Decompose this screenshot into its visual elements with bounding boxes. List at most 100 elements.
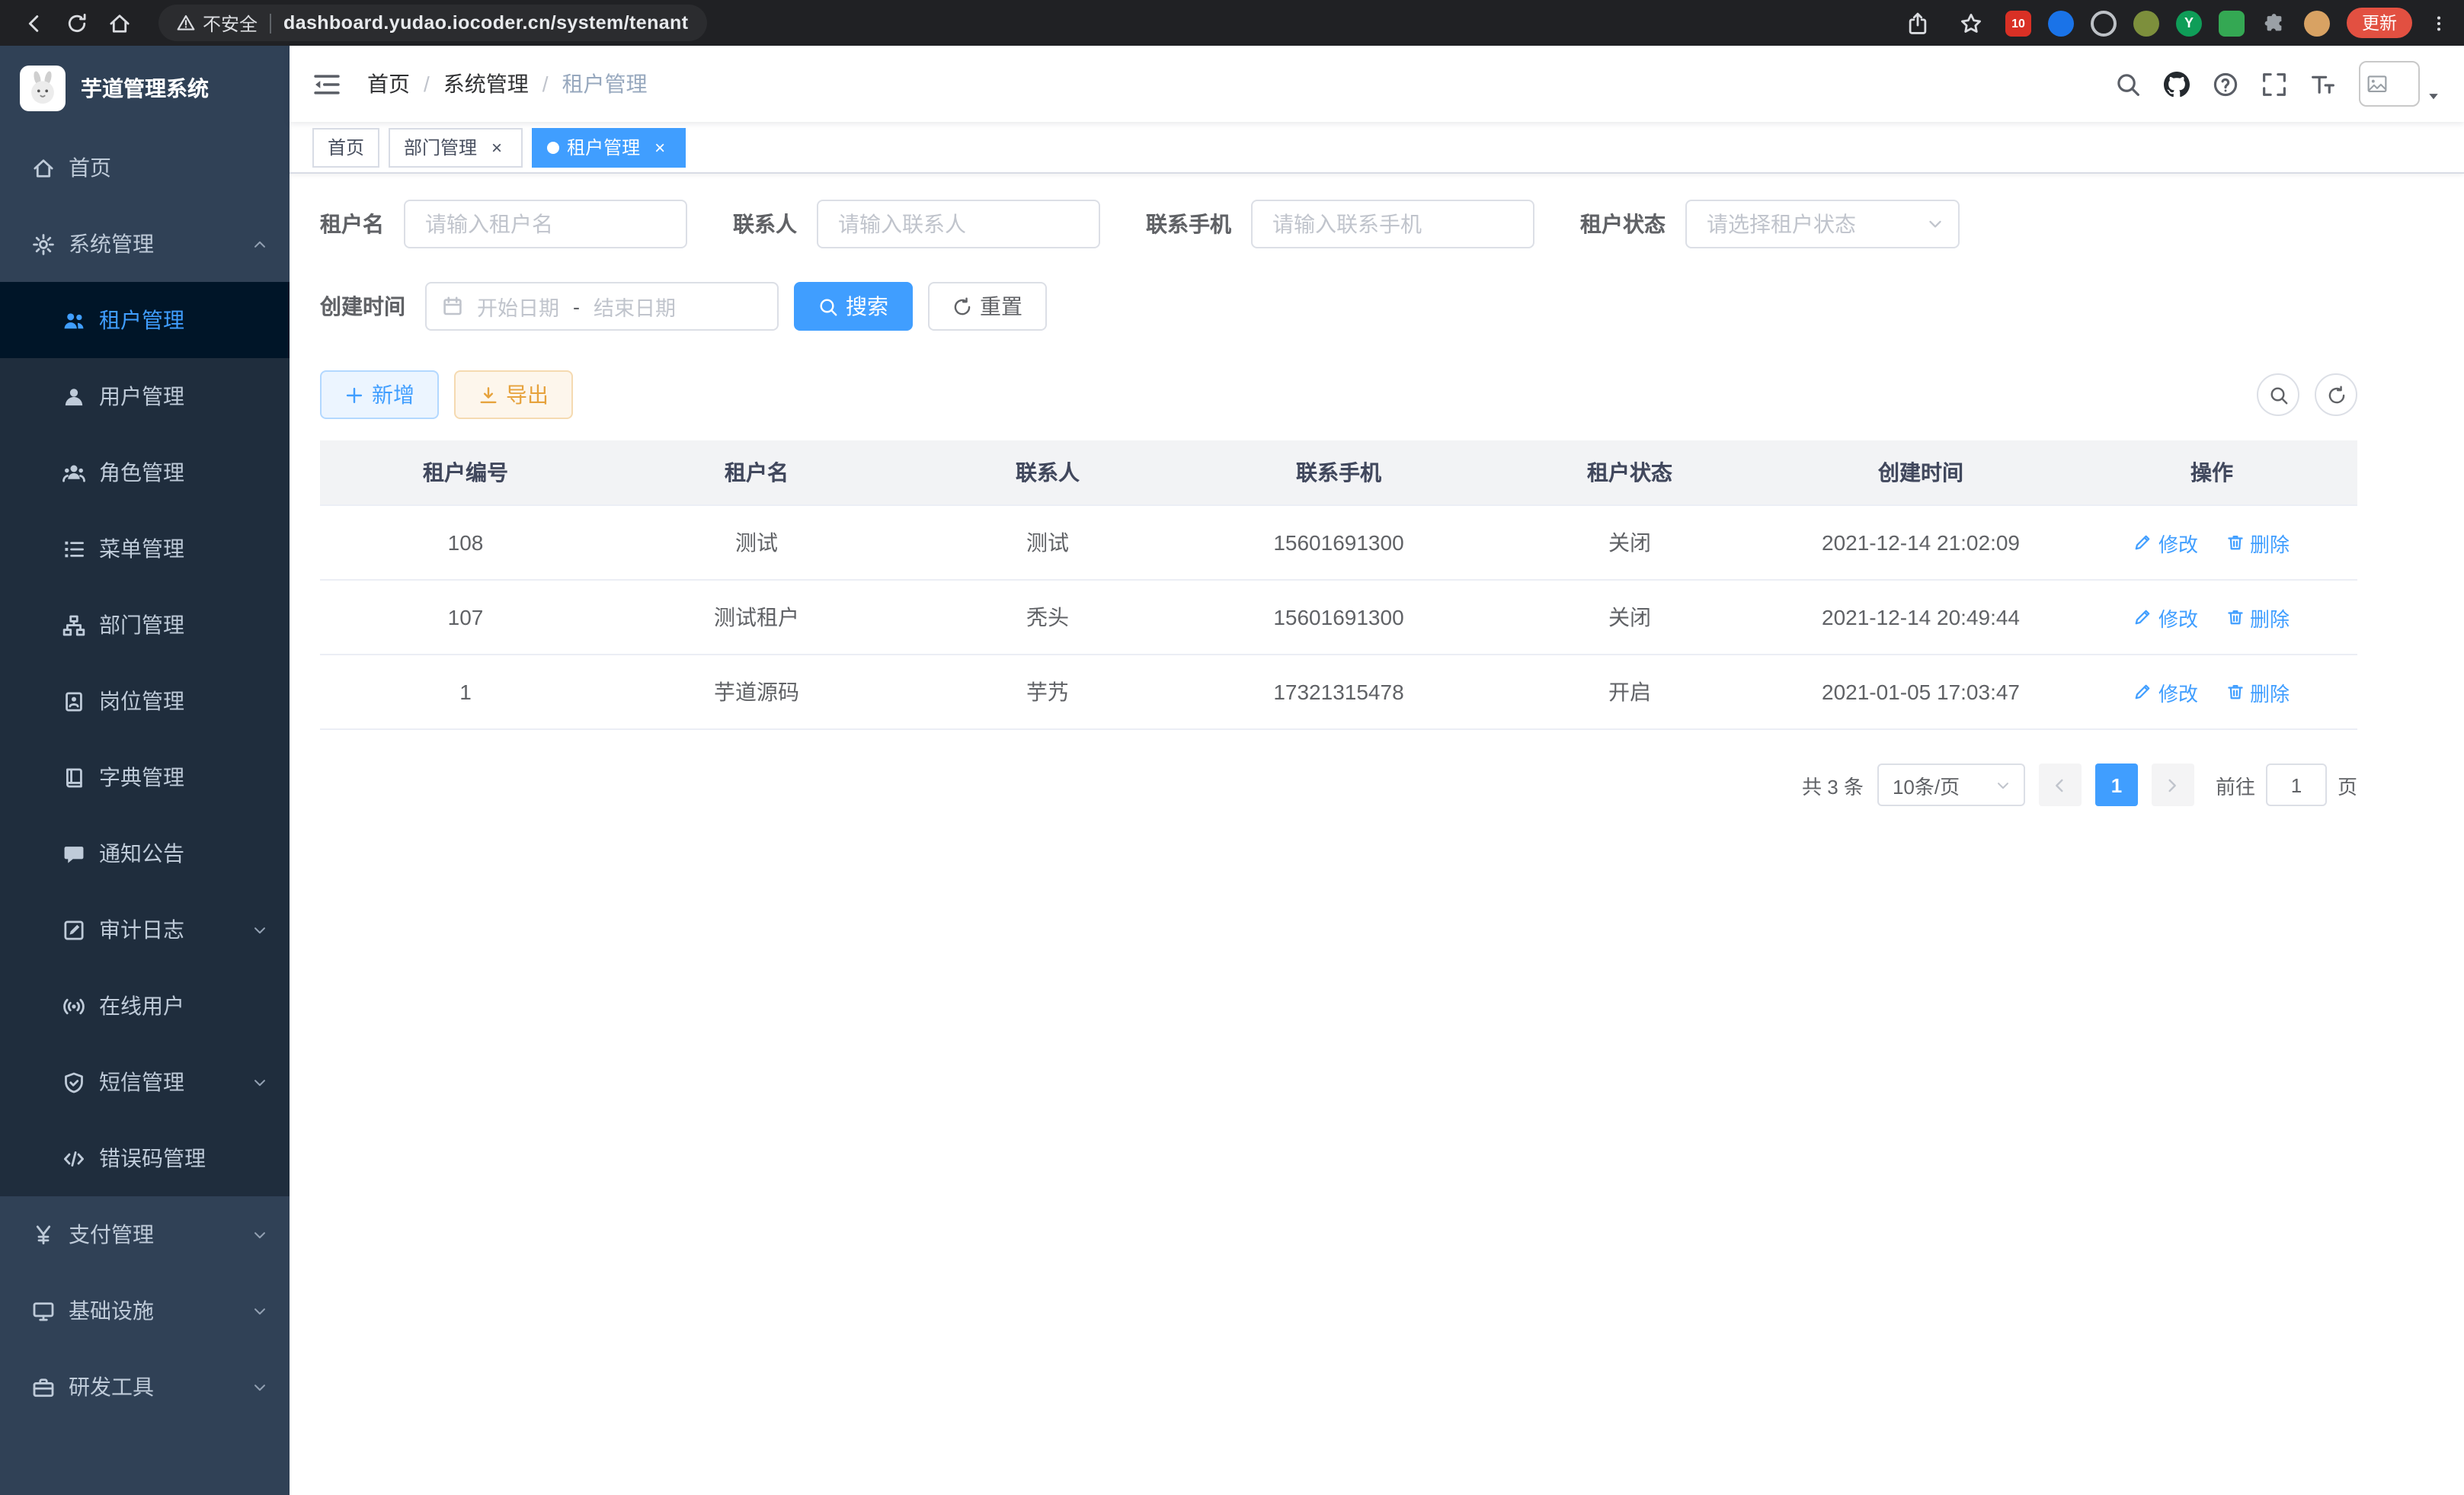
- refresh-icon: [952, 296, 972, 316]
- bookmark-star-icon[interactable]: [1952, 5, 1989, 41]
- app-title: 芋道管理系统: [81, 72, 209, 103]
- reload-icon[interactable]: [58, 5, 94, 41]
- extension-badge-icon[interactable]: 10: [2005, 10, 2031, 36]
- sidebar-item-post[interactable]: 岗位管理: [0, 663, 290, 739]
- fullscreen-icon[interactable]: [2261, 71, 2287, 97]
- share-icon[interactable]: [1899, 5, 1935, 41]
- sidebar-item-audit-log[interactable]: 审计日志: [0, 892, 290, 968]
- cell-mobile: 17321315478: [1193, 655, 1484, 729]
- close-icon[interactable]: ×: [649, 136, 670, 158]
- tab-租户管理[interactable]: 租户管理×: [532, 127, 686, 167]
- chevron-down-icon: [251, 1074, 268, 1090]
- delete-link[interactable]: 删除: [2226, 603, 2290, 632]
- prev-page-button[interactable]: [2039, 764, 2082, 806]
- sidebar-item-dept[interactable]: 部门管理: [0, 587, 290, 663]
- sidebar-item-menu[interactable]: 菜单管理: [0, 511, 290, 587]
- cell-status: 关闭: [1484, 505, 1775, 580]
- close-icon[interactable]: ×: [486, 136, 507, 158]
- sidebar-item-notice[interactable]: 通知公告: [0, 815, 290, 892]
- cell-actions: 修改删除: [2066, 580, 2357, 655]
- extensions-puzzle-icon[interactable]: [2261, 10, 2287, 36]
- status-select[interactable]: 请选择租户状态: [1685, 200, 1960, 248]
- add-button[interactable]: 新增: [320, 370, 439, 419]
- github-icon[interactable]: [2164, 71, 2190, 97]
- sidebar-item-label: 岗位管理: [99, 686, 268, 716]
- font-size-icon[interactable]: [2310, 71, 2336, 97]
- sidebar-item-error-code[interactable]: 错误码管理: [0, 1120, 290, 1196]
- pagination-total: 共 3 条: [1802, 770, 1864, 799]
- app-logo[interactable]: 芋道管理系统: [0, 46, 290, 130]
- breadcrumb-item[interactable]: 首页: [367, 69, 410, 99]
- sidebar-item-dict[interactable]: 字典管理: [0, 739, 290, 815]
- sidebar-item-user[interactable]: 用户管理: [0, 358, 290, 434]
- sidebar-item-label: 首页: [69, 152, 268, 183]
- sidebar-item-pay[interactable]: 支付管理: [0, 1196, 290, 1273]
- warning-icon: [177, 14, 195, 32]
- tenant-name-input[interactable]: [404, 200, 687, 248]
- help-icon[interactable]: [2213, 71, 2238, 97]
- reset-button[interactable]: 重置: [928, 282, 1047, 331]
- security-label: 不安全: [203, 10, 258, 36]
- extension-icon[interactable]: [2048, 10, 2074, 36]
- hamburger-icon[interactable]: [312, 69, 341, 98]
- date-range-picker[interactable]: 开始日期 - 结束日期: [425, 282, 779, 331]
- url-text[interactable]: dashboard.yudao.iocoder.cn/system/tenant: [283, 12, 688, 34]
- user-avatar-dropdown[interactable]: [2359, 61, 2441, 107]
- browser-profile-avatar[interactable]: [2304, 10, 2330, 36]
- extension-icon[interactable]: [2133, 10, 2159, 36]
- sidebar-item-label: 在线用户: [99, 991, 268, 1021]
- search-icon: [818, 296, 838, 316]
- cell-id: 107: [320, 580, 611, 655]
- page-number-button[interactable]: 1: [2095, 764, 2138, 806]
- back-icon[interactable]: [15, 5, 52, 41]
- extension-icon[interactable]: Y: [2176, 10, 2202, 36]
- toolbar-right: [2257, 373, 2357, 416]
- toggle-search-icon[interactable]: [2257, 373, 2299, 416]
- table-toolbar: 新增 导出: [320, 370, 2357, 419]
- breadcrumb-separator: /: [424, 72, 430, 96]
- tab-首页[interactable]: 首页: [312, 127, 379, 167]
- goto-page-input[interactable]: [2266, 764, 2327, 806]
- sidebar-item-sms[interactable]: 短信管理: [0, 1044, 290, 1120]
- home-icon[interactable]: [101, 5, 137, 41]
- refresh-table-icon[interactable]: [2315, 373, 2357, 416]
- goto-label: 前往: [2216, 770, 2255, 799]
- delete-link[interactable]: 删除: [2226, 528, 2290, 557]
- date-start-placeholder: 开始日期: [477, 291, 559, 322]
- search-icon[interactable]: [2115, 71, 2141, 97]
- sidebar-item-infra[interactable]: 基础设施: [0, 1273, 290, 1349]
- browser-menu-icon[interactable]: [2429, 13, 2449, 33]
- search-button[interactable]: 搜索: [794, 282, 913, 331]
- broken-avatar-image-icon: [2359, 61, 2420, 107]
- tab-部门管理[interactable]: 部门管理×: [389, 127, 523, 167]
- page-size-select[interactable]: 10条/页: [1877, 764, 2025, 806]
- mobile-input[interactable]: [1251, 200, 1534, 248]
- sidebar-item-dev-tool[interactable]: 研发工具: [0, 1349, 290, 1425]
- address-bar[interactable]: 不安全 dashboard.yudao.iocoder.cn/system/te…: [158, 5, 706, 41]
- sidebar-item-tenant[interactable]: 租户管理: [0, 282, 290, 358]
- edit-link[interactable]: 修改: [2134, 677, 2198, 706]
- next-page-button[interactable]: [2152, 764, 2194, 806]
- sidebar-item-system[interactable]: 系统管理: [0, 206, 290, 282]
- tenant-table: 租户编号租户名联系人联系手机租户状态创建时间操作 108测试测试15601691…: [320, 440, 2357, 730]
- navbar-actions: [2115, 61, 2441, 107]
- contact-input[interactable]: [817, 200, 1100, 248]
- edit-link[interactable]: 修改: [2134, 603, 2198, 632]
- export-button[interactable]: 导出: [454, 370, 573, 419]
- role-icon: [62, 461, 85, 484]
- extension-icon[interactable]: [2091, 10, 2117, 36]
- site-security-chip[interactable]: 不安全: [177, 10, 258, 36]
- sidebar-item-label: 支付管理: [69, 1219, 238, 1250]
- edit-link[interactable]: 修改: [2134, 528, 2198, 557]
- sidebar-item-online-user[interactable]: 在线用户: [0, 968, 290, 1044]
- sidebar-item-label: 基础设施: [69, 1295, 238, 1326]
- chrome-update-button[interactable]: 更新: [2347, 8, 2412, 38]
- cell-contact: 芋艿: [902, 655, 1193, 729]
- breadcrumb-item[interactable]: 系统管理: [443, 69, 529, 99]
- extension-icon[interactable]: [2219, 10, 2245, 36]
- sidebar-item-role[interactable]: 角色管理: [0, 434, 290, 511]
- sidebar-menu: 首页系统管理租户管理用户管理角色管理菜单管理部门管理岗位管理字典管理通知公告审计…: [0, 130, 290, 1425]
- sidebar-item-home[interactable]: 首页: [0, 130, 290, 206]
- status-label: 租户状态: [1580, 209, 1666, 239]
- delete-link[interactable]: 删除: [2226, 677, 2290, 706]
